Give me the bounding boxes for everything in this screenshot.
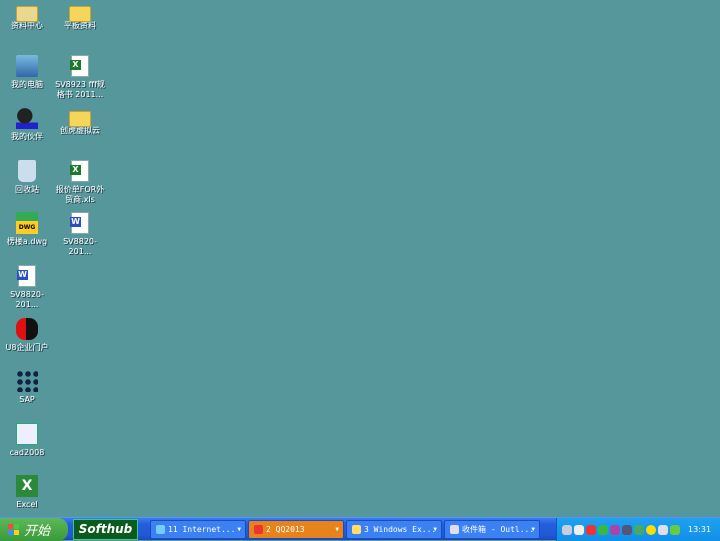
desktop-icon-label: cad2008 — [9, 447, 45, 457]
app-tray-icon-2[interactable] — [634, 524, 644, 535]
desktop-icon[interactable]: X SV8923 fff规格书 2011... — [52, 53, 108, 100]
desktop-icon[interactable]: 我的电脑 — [0, 53, 55, 90]
clock[interactable]: 13:31 — [688, 525, 711, 534]
network-status-icon[interactable] — [610, 524, 620, 535]
desktop-icon-label: Excel — [16, 500, 38, 510]
desktop-icon-label: U8企业门户 — [5, 342, 49, 352]
chevron-down-icon: ▼ — [237, 526, 241, 533]
taskbar: 开始 Softhub 11 Internet... ▼ 2 QQ2013 ▼ 3 Win… — [0, 517, 720, 541]
outlook-icon — [450, 525, 459, 534]
taskbar-button[interactable]: 2 QQ2013 ▼ — [248, 520, 344, 539]
desktop-icon-label: 回收站 — [15, 184, 39, 194]
u8-icon — [16, 317, 38, 340]
desktop-icon-label: 资料中心 — [11, 21, 43, 30]
desktop-icon[interactable]: 平板资料 — [52, 0, 108, 31]
windows-logo-icon — [8, 524, 19, 535]
desktop-icon[interactable]: X Excel — [0, 473, 55, 510]
network-icon[interactable] — [562, 524, 572, 535]
computer-icon — [16, 54, 38, 77]
chevron-down-icon: ▼ — [531, 526, 535, 533]
folder-icon — [69, 111, 91, 128]
taskbar-button[interactable]: 收件箱 - Outl... ▼ — [444, 520, 540, 539]
excel-icon: X — [16, 475, 38, 498]
desktop-icon[interactable]: 我的伙伴 — [0, 105, 55, 142]
desktop-icon-label: 报价单FOR外贸商.xls — [55, 184, 105, 204]
briefcase-icon — [16, 6, 38, 22]
plus-tray-icon[interactable] — [646, 524, 656, 535]
dwg-file-icon: DWG — [16, 212, 38, 235]
desktop-icon[interactable]: 回收站 — [0, 158, 55, 195]
desktop-icon-label: 创虎虚拟云 — [60, 126, 100, 136]
people-icon — [16, 107, 38, 130]
desktop-icon-label: 我的电脑 — [11, 79, 43, 89]
desktop-icon[interactable]: W SV8820-201... — [0, 263, 55, 310]
desktop-icon[interactable]: DWG 楞楼a.dwg — [0, 210, 55, 247]
start-button[interactable]: 开始 — [0, 518, 68, 541]
taskbar-button-label: 2 QQ2013 — [266, 525, 305, 534]
speaker-icon[interactable] — [574, 524, 584, 535]
desktop-icon-label: SV8820-201... — [63, 237, 97, 257]
desktop-icon-label: 平板资料 — [64, 21, 96, 30]
folder-icon — [69, 6, 91, 22]
desktop-icon-label: SV8820-201... — [10, 290, 44, 309]
desktop-icon[interactable]: cad2008 — [0, 421, 55, 458]
ie-icon — [156, 525, 165, 534]
printer-icon[interactable] — [658, 524, 668, 535]
keyboard-icon[interactable] — [670, 524, 680, 535]
taskbar-button-label: 收件箱 - Outl... — [462, 525, 535, 534]
taskbar-button[interactable]: 3 Windows Ex... ▼ — [346, 520, 442, 539]
app-tray-icon[interactable] — [622, 524, 632, 535]
taskbar-button[interactable]: 11 Internet... ▼ — [150, 520, 246, 539]
chevron-down-icon: ▼ — [433, 526, 437, 533]
word-file-icon: W — [70, 212, 89, 235]
desktop-icon[interactable]: 资料中心 — [0, 0, 55, 31]
qq-tray-icon[interactable] — [586, 524, 596, 535]
sap-icon — [16, 370, 38, 393]
system-tray: 13:31 — [556, 518, 720, 541]
softhub-quicklaunch[interactable]: Softhub — [73, 519, 138, 540]
word-file-icon: W — [17, 265, 36, 287]
taskbar-button-label: 11 Internet... — [168, 525, 236, 534]
qq-icon — [254, 525, 263, 534]
autocad-icon — [16, 422, 38, 445]
recycle-bin-icon — [18, 159, 36, 182]
desktop-icon[interactable]: SAP — [0, 368, 55, 405]
desktop-icon[interactable]: U8企业门户 — [0, 316, 55, 353]
desktop-icon-label: 我的伙伴 — [11, 132, 43, 142]
excel-file-icon: X — [70, 159, 89, 182]
excel-file-icon: X — [70, 54, 89, 77]
chevron-down-icon: ▼ — [335, 526, 339, 533]
start-label: 开始 — [24, 524, 51, 539]
desktop-icon-label: 楞楼a.dwg — [6, 237, 48, 247]
desktop-icon-label: SAP — [19, 395, 35, 405]
folder-icon — [352, 525, 361, 534]
desktop-icon-label: SV8923 fff规格书 2011... — [55, 79, 105, 99]
taskbar-button-label: 3 Windows Ex... — [364, 525, 437, 534]
desktop-icon[interactable]: 创虎虚拟云 — [52, 105, 108, 136]
desktop-icon[interactable]: W SV8820-201... — [52, 210, 108, 257]
shield-icon[interactable] — [598, 524, 608, 535]
desktop-icon[interactable]: X 报价单FOR外贸商.xls — [52, 158, 108, 205]
